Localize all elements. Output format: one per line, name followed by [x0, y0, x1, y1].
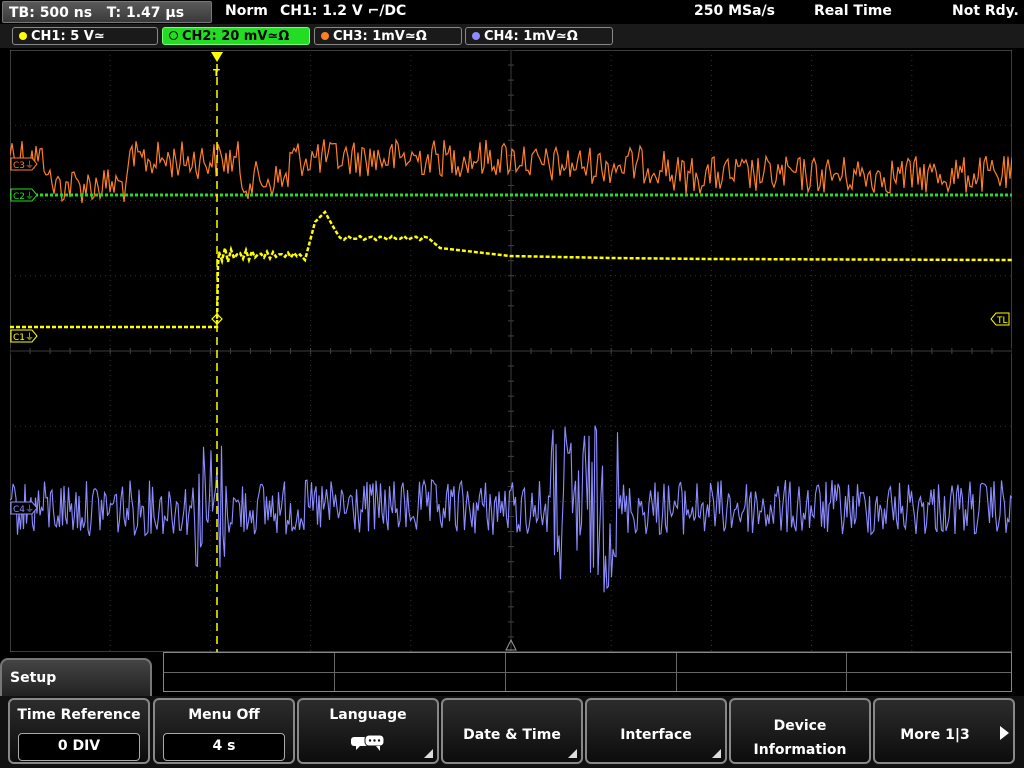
c4-ground-marker[interactable]: C4⏚ [10, 501, 38, 515]
device-information-label: Device Information [731, 714, 869, 762]
submenu-indicator-icon [712, 749, 721, 758]
interface-button[interactable]: Interface [585, 698, 727, 764]
submenu-indicator-icon [424, 749, 433, 758]
device-information-line2: Information [753, 742, 847, 758]
c1-ground-marker[interactable]: C1⏚ [10, 329, 38, 343]
channel-bar: CH1: 5 V≃ CH2: 20 mV≃Ω CH3: 1mV≃Ω CH4: 1… [0, 24, 1024, 48]
next-page-icon [1000, 726, 1009, 740]
device-information-button[interactable]: Device Information [729, 698, 871, 764]
channel-tab-ch4[interactable]: CH4: 1mV≃Ω [465, 27, 613, 45]
channel-tab-ch1[interactable]: CH1: 5 V≃ [12, 27, 158, 45]
timebase-readout[interactable]: TB: 500 ns T: 1.47 µs [2, 1, 212, 23]
ch1-color-dot [19, 32, 27, 40]
menu-tab-label: Setup [10, 670, 57, 686]
softkey-bar: Time Reference 0 DIV Menu Off 4 s Langua… [0, 696, 1024, 768]
time-reference-value: 0 DIV [18, 733, 140, 761]
time-reference-label: Time Reference [17, 707, 141, 723]
acquisition-mode: Real Time [814, 3, 892, 19]
svg-text:C4⏚: C4⏚ [13, 504, 34, 515]
ch3-color-dot [321, 32, 329, 40]
sample-rate: 250 MSa/s [694, 3, 776, 19]
ch4-color-dot [472, 32, 480, 40]
channel-tab-ch2[interactable]: CH2: 20 mV≃Ω [162, 27, 310, 45]
date-time-label: Date & Time [463, 727, 561, 743]
trigger-state: Not Rdy. [952, 3, 1019, 19]
ch1-label: CH1: 5 V≃ [31, 29, 105, 44]
c3-ground-marker[interactable]: C3⏚ [10, 157, 38, 171]
ch2-color-dot [169, 31, 178, 40]
ch2-label: CH2: 20 mV≃Ω [182, 29, 290, 44]
svg-text:TL: TL [996, 316, 1008, 326]
menu-off-label: Menu Off [188, 707, 260, 723]
c2-ground-marker[interactable]: C2⏚ [10, 188, 38, 202]
waveform-canvas[interactable]: T C3⏚ C2⏚ C1⏚ C4⏚ TL [10, 50, 1012, 652]
info-grid [163, 652, 1012, 692]
date-time-button[interactable]: Date & Time [441, 698, 583, 764]
time-reference-button[interactable]: Time Reference 0 DIV [8, 698, 150, 764]
ch4-label: CH4: 1mV≃Ω [484, 29, 578, 44]
menu-tab-setup[interactable]: Setup [0, 658, 152, 696]
waveform-display[interactable]: T C3⏚ C2⏚ C1⏚ C4⏚ TL [10, 50, 1012, 652]
svg-text:C2⏚: C2⏚ [13, 191, 34, 202]
svg-text:C3⏚: C3⏚ [13, 160, 34, 171]
more-label: More 1|3 [900, 727, 970, 743]
interface-label: Interface [620, 727, 692, 743]
speech-bubbles-icon [351, 734, 385, 751]
channel-tab-ch3[interactable]: CH3: 1mV≃Ω [314, 27, 462, 45]
language-label: Language [329, 707, 407, 723]
menu-off-value: 4 s [163, 733, 285, 761]
trigger-position-label: T [213, 68, 220, 79]
language-button[interactable]: Language [297, 698, 439, 764]
trigger-info[interactable]: CH1: 1.2 V ⌐/DC [280, 3, 406, 19]
svg-text:C1⏚: C1⏚ [13, 332, 34, 343]
menu-off-button[interactable]: Menu Off 4 s [153, 698, 295, 764]
submenu-indicator-icon [568, 749, 577, 758]
ch3-label: CH3: 1mV≃Ω [333, 29, 427, 44]
trigger-mode[interactable]: Norm [225, 3, 268, 19]
more-button[interactable]: More 1|3 [873, 698, 1015, 764]
device-information-line1: Device [773, 718, 827, 734]
status-bar: TB: 500 ns T: 1.47 µs Norm CH1: 1.2 V ⌐/… [0, 0, 1024, 24]
